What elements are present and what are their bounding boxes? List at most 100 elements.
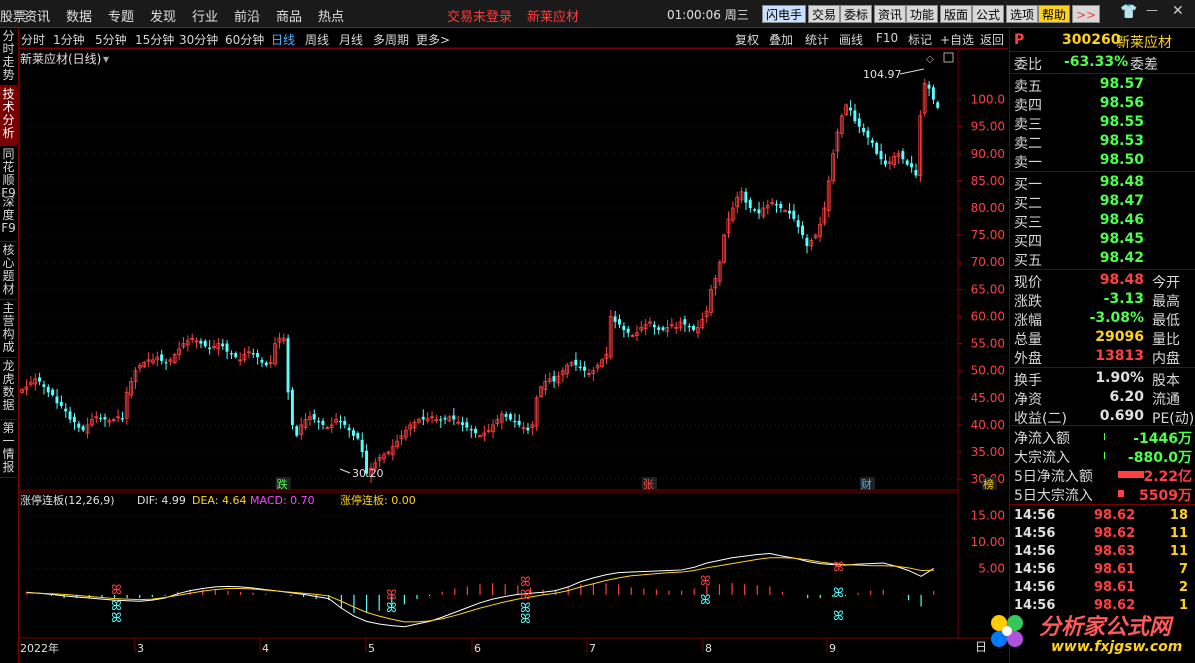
- stat-row-extra: 最低: [1152, 313, 1180, 329]
- indicator-dea: DEA: 4.64: [192, 494, 246, 507]
- candle-down: [857, 118, 861, 127]
- butterfly-signal-icon: ꕤ: [833, 560, 844, 575]
- candle-down: [526, 427, 530, 431]
- stat-row-extra: 最高: [1152, 294, 1180, 310]
- stat-row-extra: 量比: [1152, 332, 1180, 348]
- candle-down: [208, 347, 212, 349]
- tick-time: 14:56: [1014, 580, 1056, 595]
- bid-row: 买四 98.45: [1010, 230, 1195, 250]
- candle-down: [72, 416, 76, 423]
- shirt-icon[interactable]: 👕: [1120, 4, 1137, 20]
- bid-row: 买五 98.42: [1010, 249, 1195, 269]
- ask-row-label: 卖三: [1014, 117, 1042, 133]
- candle-down: [870, 140, 874, 143]
- candle-down: [356, 433, 360, 439]
- stat-row-extra: 内盘: [1152, 351, 1180, 367]
- site-watermark: 分析家公式网 www.fxjgsw.com: [985, 603, 1190, 659]
- stat2-row-value: 0.690: [1099, 408, 1144, 424]
- bid-row-label: 买三: [1014, 215, 1042, 231]
- candle-down: [513, 420, 517, 423]
- candle-down: [64, 408, 68, 412]
- chart-title: 新莱应材(日线): [20, 51, 101, 66]
- candle-down: [51, 389, 55, 396]
- candle-down: [229, 353, 233, 355]
- stat-row-label: 涨跌: [1014, 294, 1042, 310]
- candle-down: [508, 414, 512, 420]
- candle-down: [199, 340, 203, 344]
- stat-row: 总量 29096 量比: [1010, 328, 1195, 348]
- candle-down: [787, 210, 791, 214]
- candle-down: [927, 84, 931, 89]
- candle-down: [692, 325, 696, 331]
- date-axis-label: 4: [262, 642, 269, 655]
- indicator-lb: 涨停连板: 0.00: [340, 493, 416, 507]
- tick-price: 98.62: [1094, 526, 1136, 541]
- flow-row: 大宗流入 -880.0万: [1010, 446, 1195, 466]
- stat-row: 现价 98.48 今开: [1010, 271, 1195, 291]
- sub-axis-label: 10.00: [971, 535, 1005, 549]
- stat-row: 涨幅 -3.08% 最低: [1010, 309, 1195, 329]
- candle-down: [779, 203, 783, 208]
- bid-row-label: 买二: [1014, 196, 1042, 212]
- candle-down: [286, 338, 290, 393]
- date-axis-label: 6: [474, 642, 481, 655]
- candle-down: [853, 110, 857, 122]
- flow-value: 5509万: [1139, 488, 1192, 504]
- stat-row-value: 29096: [1095, 329, 1144, 345]
- date-axis-label: 5: [368, 642, 375, 655]
- bid-row: 买一 98.48: [1010, 173, 1195, 193]
- candle-down: [77, 423, 81, 428]
- quote-panel: P 300260 新莱应材 委比 -63.33% 委差 卖五 98.57 卖四 98.…: [1009, 28, 1195, 663]
- title-dropdown-icon[interactable]: ▾: [103, 52, 109, 66]
- price-axis-label: 35.00: [971, 445, 1005, 459]
- candle-down: [757, 209, 761, 214]
- help-button[interactable]: 帮助: [1038, 5, 1071, 23]
- candle-down: [469, 428, 473, 431]
- ask-row-value: 98.50: [1099, 152, 1144, 168]
- candle-down: [225, 343, 229, 352]
- candle-down: [504, 414, 508, 417]
- close-icon[interactable]: ✕: [1172, 3, 1184, 19]
- tick-row: 14:56 98.61 2: [1010, 580, 1195, 598]
- ask-row-label: 卖五: [1014, 79, 1042, 95]
- candle-down: [574, 359, 578, 366]
- order-ratio-value: -63.33%: [1064, 54, 1129, 70]
- price-axis-label: 45.00: [971, 391, 1005, 405]
- candle-down: [443, 417, 447, 420]
- candle-down: [657, 327, 661, 331]
- candle-down: [338, 420, 342, 423]
- indicator-name[interactable]: 涨停连板(12,26,9): [20, 493, 115, 507]
- price-axis-label: 75.00: [971, 228, 1005, 242]
- stock-name: 新莱应材: [1116, 35, 1172, 51]
- stat-row: 涨跌 -3.13 最高: [1010, 290, 1195, 310]
- candle-down: [103, 417, 107, 420]
- order-diff-label: 委差: [1130, 57, 1158, 73]
- butterfly-signal-icon: ꕤ: [520, 612, 531, 627]
- candle-down: [661, 327, 665, 331]
- window-toggle-icon[interactable]: [943, 52, 954, 63]
- more-menu-button[interactable]: >>: [1072, 5, 1101, 23]
- diamond-icon[interactable]: ◇: [926, 54, 934, 65]
- butterfly-signal-icon: ꕤ: [833, 609, 844, 624]
- event-marker[interactable]: 财: [861, 477, 872, 491]
- candle-down: [617, 319, 621, 325]
- candle-down: [164, 362, 168, 364]
- flow-bar: [1104, 433, 1105, 440]
- date-axis-label: 3: [137, 642, 144, 655]
- event-marker[interactable]: 跌: [277, 477, 288, 491]
- price-axis-label: 85.00: [971, 174, 1005, 188]
- event-marker[interactable]: 张: [643, 478, 654, 491]
- event-marker[interactable]: 榜: [983, 477, 994, 491]
- minimize-icon[interactable]: —: [1146, 3, 1158, 17]
- candle-down: [936, 102, 940, 108]
- candle-down: [613, 316, 617, 322]
- options-button[interactable]: 选项: [1006, 5, 1039, 23]
- candle-down: [251, 353, 255, 355]
- max-price-label: 104.97: [863, 68, 902, 81]
- kline-chart[interactable]: ◇ ꕤꕤꕤꕤꕤꕤꕤꕤꕤꕤꕤꕤꕤꕤ 100.095.0090.0085.0080.…: [0, 0, 1009, 663]
- ask-row: 卖二 98.53: [1010, 132, 1195, 152]
- p-badge: P: [1014, 32, 1025, 48]
- bid-row: 买二 98.47: [1010, 192, 1195, 212]
- candle-down: [256, 353, 260, 358]
- bid-row-label: 买一: [1014, 177, 1042, 193]
